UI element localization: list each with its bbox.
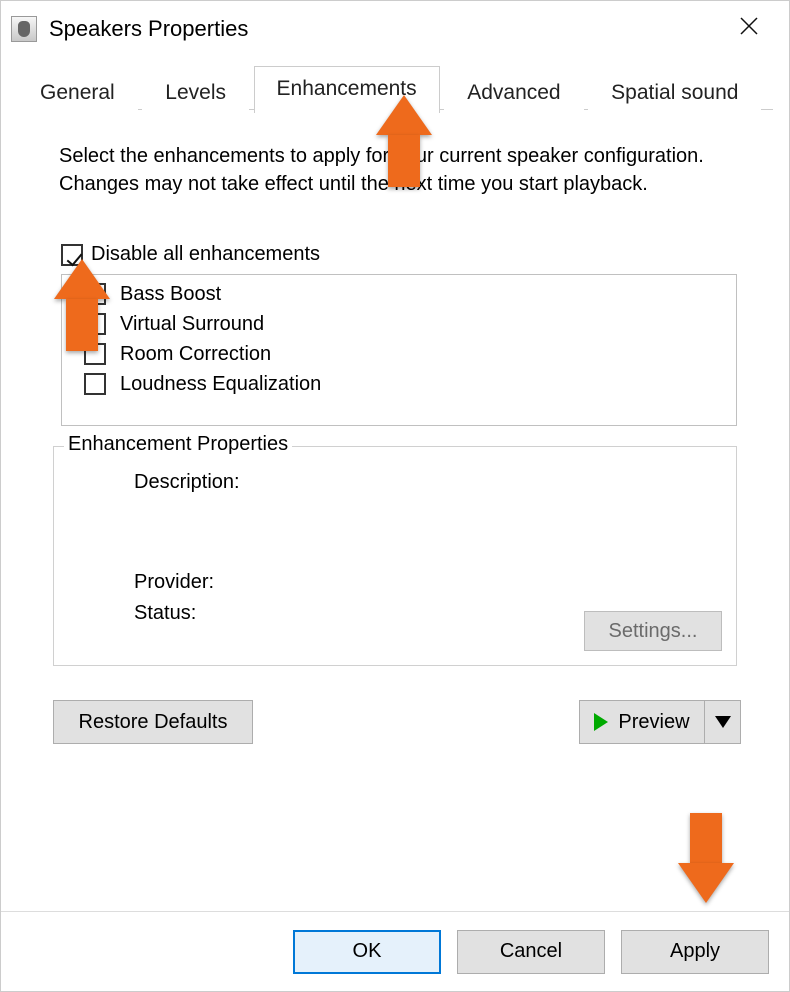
instructions-text: Select the enhancements to apply for you…: [59, 142, 729, 198]
tab-advanced[interactable]: Advanced: [444, 72, 583, 115]
titlebar: Speakers Properties: [1, 1, 789, 57]
list-item[interactable]: Virtual Surround: [84, 309, 736, 339]
window-title: Speakers Properties: [49, 16, 248, 42]
disable-all-label: Disable all enhancements: [91, 243, 320, 266]
description-label: Description:: [134, 471, 240, 494]
ok-button[interactable]: OK: [293, 930, 441, 974]
group-title: Enhancement Properties: [64, 433, 292, 456]
enhancement-checkbox[interactable]: [84, 283, 106, 305]
enhancement-label: Room Correction: [120, 343, 271, 366]
list-item[interactable]: Loudness Equalization: [84, 369, 736, 399]
provider-label: Provider:: [134, 571, 214, 594]
tab-general[interactable]: General: [17, 72, 138, 115]
disable-all-row: Disable all enhancements: [61, 243, 320, 266]
speaker-icon: [11, 16, 37, 42]
tab-levels[interactable]: Levels: [142, 72, 249, 115]
list-item[interactable]: Bass Boost: [84, 279, 736, 309]
restore-defaults-button[interactable]: Restore Defaults: [53, 700, 253, 744]
cancel-button[interactable]: Cancel: [457, 930, 605, 974]
preview-split-button: Preview: [579, 700, 741, 744]
enhancement-list: Bass Boost Virtual Surround Room Correct…: [61, 274, 737, 426]
tab-spatial[interactable]: Spatial sound: [588, 72, 761, 115]
list-item[interactable]: Room Correction: [84, 339, 736, 369]
enhancement-label: Bass Boost: [120, 283, 221, 306]
preview-dropdown-button[interactable]: [705, 700, 741, 744]
apply-button[interactable]: Apply: [621, 930, 769, 974]
enhancement-label: Virtual Surround: [120, 313, 264, 336]
close-button[interactable]: [714, 1, 784, 51]
preview-label: Preview: [618, 711, 689, 734]
status-label: Status:: [134, 602, 196, 625]
tab-enhancements[interactable]: Enhancements: [254, 66, 440, 113]
enhancement-checkbox[interactable]: [84, 373, 106, 395]
enhancement-checkbox[interactable]: [84, 343, 106, 365]
tabstrip: General Levels Enhancements Advanced Spa…: [17, 66, 773, 110]
close-icon: [740, 17, 758, 35]
preview-button[interactable]: Preview: [579, 700, 705, 744]
settings-button: Settings...: [584, 611, 722, 651]
enhancement-checkbox[interactable]: [84, 313, 106, 335]
speakers-properties-dialog: PC risk.com Speakers Properties General …: [0, 0, 790, 992]
dialog-button-row: OK Cancel Apply: [1, 911, 789, 991]
disable-all-checkbox[interactable]: [61, 244, 83, 266]
enhancement-properties-group: Enhancement Properties Description: Prov…: [53, 446, 737, 666]
tab-panel-enhancements: Select the enhancements to apply for you…: [17, 110, 773, 891]
chevron-down-icon: [715, 716, 731, 728]
enhancement-label: Loudness Equalization: [120, 373, 321, 396]
play-icon: [594, 713, 608, 731]
